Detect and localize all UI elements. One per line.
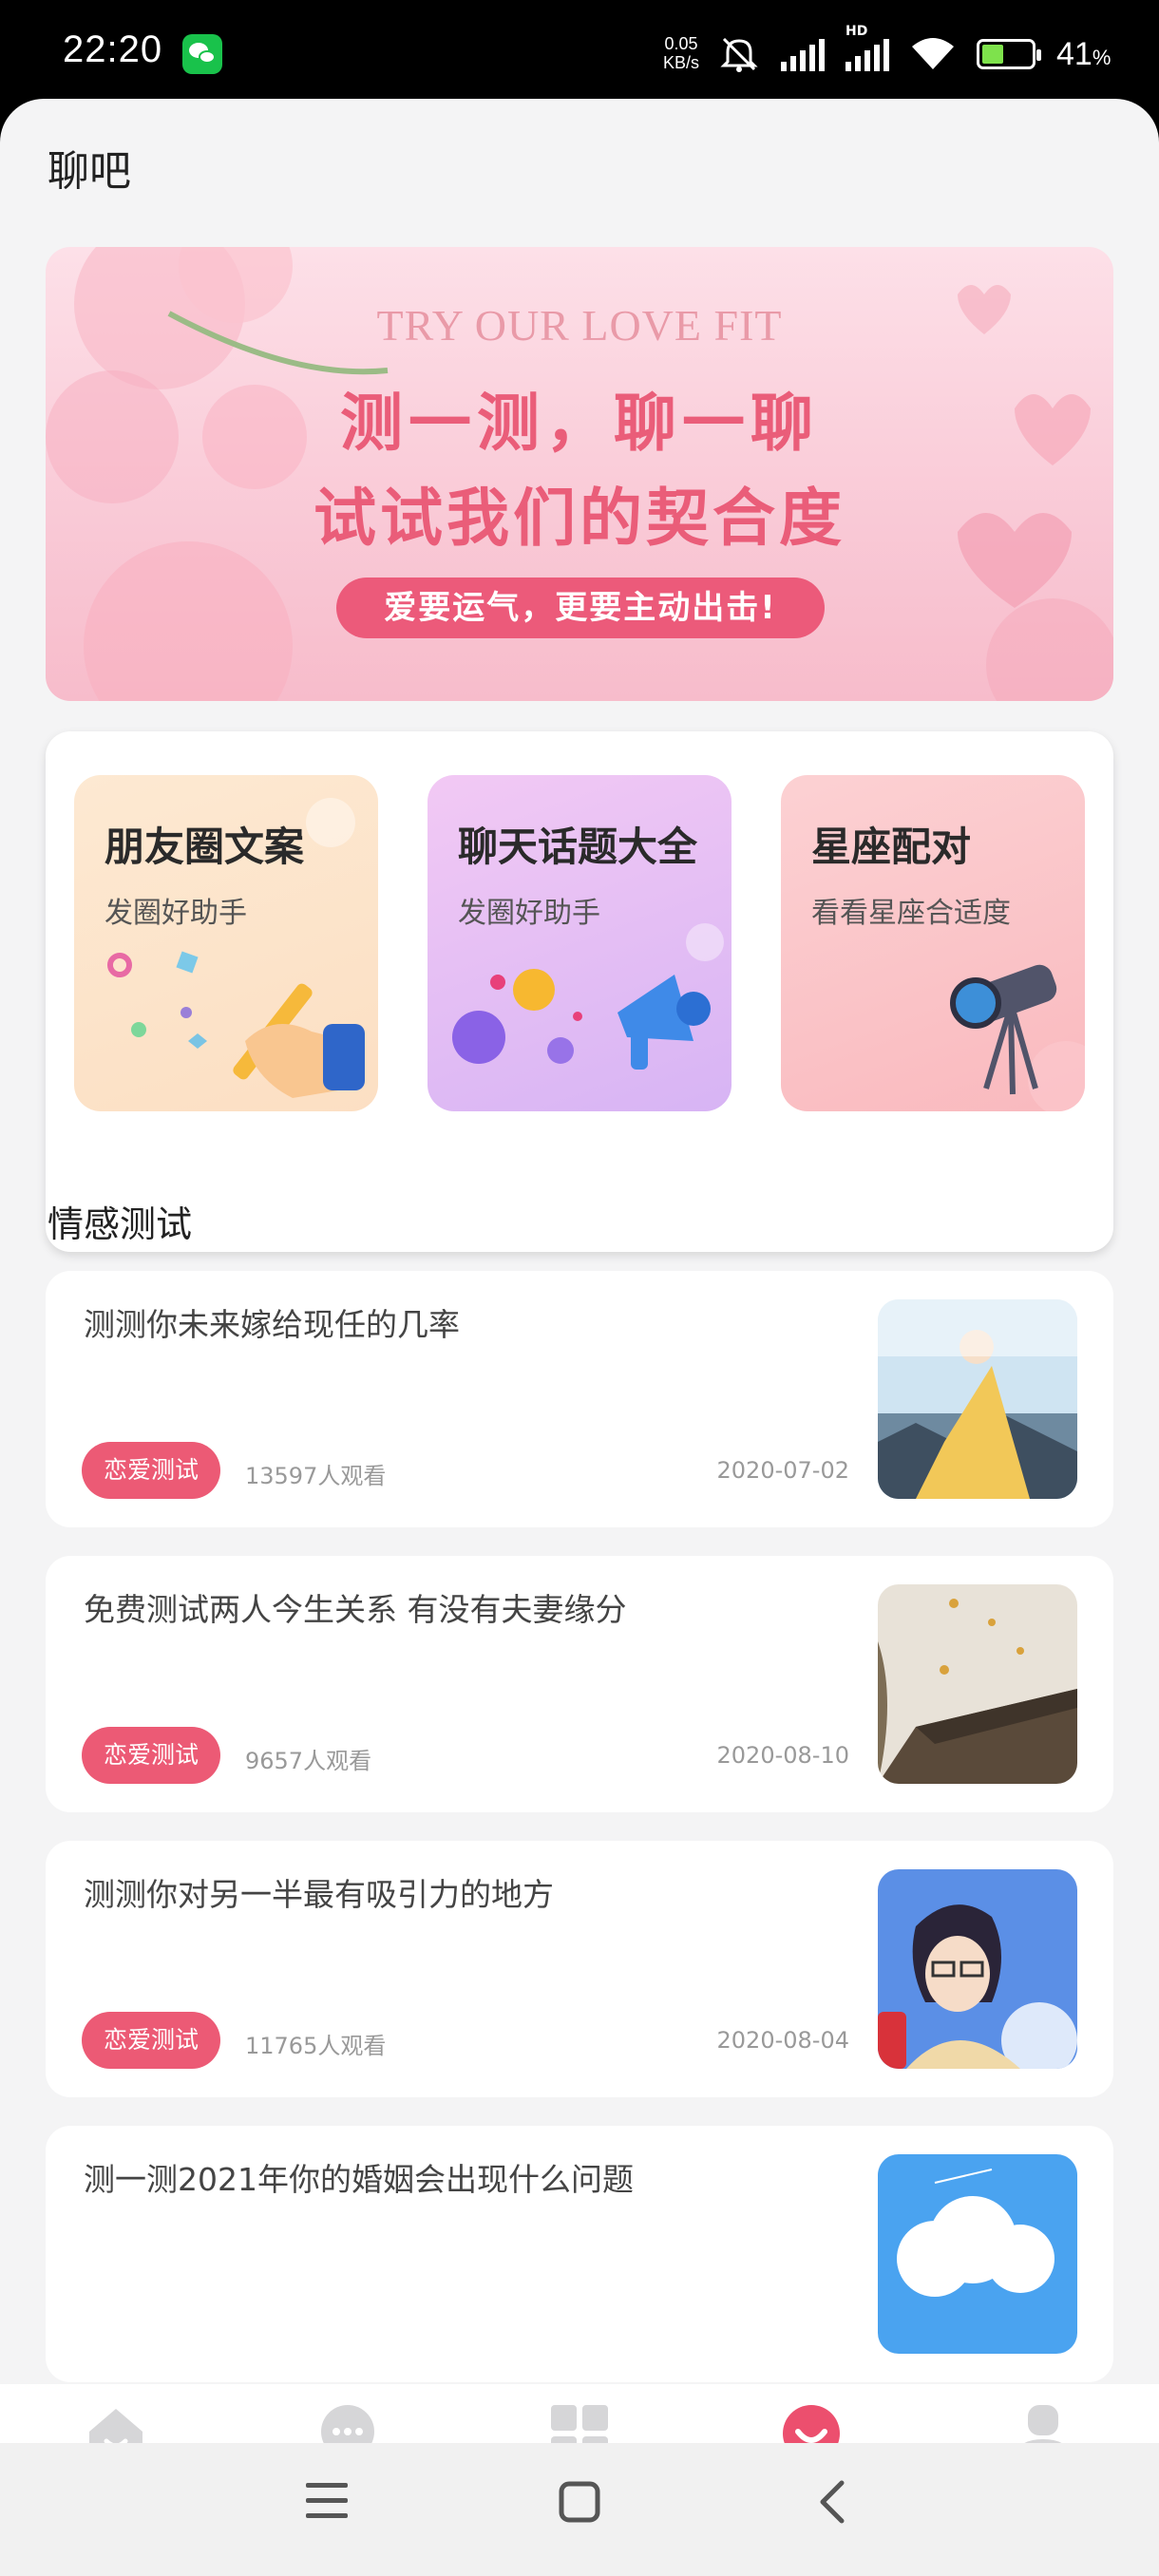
item-thumbnail: [878, 2154, 1077, 2354]
status-bar: 22:20 0.05 KB/s HD 41%: [0, 0, 1159, 104]
mute-icon: [718, 35, 760, 73]
system-navigation-bar: [0, 2443, 1159, 2576]
status-icons: HD 41%: [718, 24, 1112, 76]
signal-icon: [781, 37, 825, 71]
status-time: 22:20: [63, 28, 163, 70]
item-tag: 恋爱测试: [82, 2012, 220, 2069]
item-date: 2020-07-02: [716, 1457, 849, 1484]
back-icon: [820, 2480, 845, 2524]
tab-home[interactable]: 首页: [49, 2403, 182, 2443]
banner-headline-1: 测一测，聊一聊: [340, 387, 819, 460]
item-title: 测测你未来嫁给现任的几率: [84, 1306, 460, 1343]
item-thumbnail: [878, 1584, 1077, 1784]
item-views: 11765人观看: [245, 2033, 387, 2059]
item-title: 测一测2021年你的婚姻会出现什么问题: [84, 2161, 634, 2198]
network-speed-unit: KB/s: [663, 53, 700, 72]
hd-label: HD: [846, 24, 868, 39]
wifi-icon: [910, 37, 956, 71]
item-tag: 恋爱测试: [82, 1442, 220, 1499]
app-screen: 聊吧 TRY OUR LOVE FIT 测一测，聊一聊 试试我们的契合度 爱要运…: [0, 99, 1159, 2443]
battery-percent: 41%: [1056, 35, 1112, 72]
promo-banner[interactable]: TRY OUR LOVE FIT 测一测，聊一聊 试试我们的契合度 爱要运气，更…: [46, 247, 1113, 701]
home-button[interactable]: [559, 2481, 600, 2523]
page-title: 聊吧: [48, 147, 131, 196]
battery-icon: [977, 39, 1041, 69]
chat-icon: [317, 2403, 378, 2443]
grid-icon: [549, 2403, 610, 2443]
list-item[interactable]: 测测你未来嫁给现任的几率 恋爱测试 13597人观看 2020-07-02: [46, 1271, 1113, 1527]
tool-zodiac-match[interactable]: 星座配对 看看星座合适度: [781, 775, 1085, 1111]
list-item[interactable]: 测一测2021年你的婚姻会出现什么问题: [46, 2126, 1113, 2382]
wechat-notification-icon: [182, 34, 222, 74]
banner-headline-2: 试试我们的契合度: [314, 482, 846, 555]
network-speed: 0.05 KB/s: [663, 34, 699, 72]
list-item[interactable]: 测测你对另一半最有吸引力的地方 恋爱测试 11765人观看 2020-08-04: [46, 1841, 1113, 2097]
home-icon: [86, 2403, 146, 2443]
menu-button[interactable]: [306, 2481, 348, 2519]
item-views: 9657人观看: [245, 1748, 372, 1774]
menu-icon: [306, 2483, 348, 2518]
profile-icon: [1013, 2403, 1074, 2443]
telescope-icon: [950, 964, 1085, 1111]
banner-slogan-pill: 爱要运气，更要主动出击!: [336, 578, 825, 638]
item-thumbnail: [878, 1869, 1077, 2069]
tab-scripts[interactable]: 话术: [281, 2403, 414, 2443]
bottom-tab-bar: 首页 话术 分类 聊吧 我的: [0, 2384, 1159, 2443]
pencil-hand-icon: [107, 798, 365, 1098]
item-title: 免费测试两人今生关系 有没有夫妻缘分: [84, 1591, 627, 1628]
banner-english-title: TRY OUR LOVE FIT: [376, 301, 783, 350]
tab-profile[interactable]: 我的: [977, 2403, 1110, 2443]
item-thumbnail: [878, 1299, 1077, 1499]
megaphone-icon: [452, 923, 724, 1070]
item-tag: 恋爱测试: [82, 1727, 220, 1784]
home-square-icon: [559, 2481, 600, 2523]
tab-chatbar[interactable]: 聊吧: [745, 2403, 878, 2443]
list-item[interactable]: 免费测试两人今生关系 有没有夫妻缘分 恋爱测试 9657人观看 2020-08-…: [46, 1556, 1113, 1812]
back-button[interactable]: [817, 2479, 846, 2525]
tool-chat-topics[interactable]: 聊天话题大全 发圈好助手: [428, 775, 732, 1111]
item-date: 2020-08-10: [716, 1742, 849, 1769]
item-views: 13597人观看: [245, 1463, 387, 1489]
tab-categories[interactable]: 分类: [513, 2403, 646, 2443]
signal-hd-icon: HD: [846, 24, 889, 71]
tools-card: 朋友圈文案 发圈好助手 聊天话题大全 发圈好助手 星座配对 看看星座合适度: [46, 731, 1113, 1252]
section-title: 情感测试: [48, 1203, 193, 1245]
item-title: 测测你对另一半最有吸引力的地方: [84, 1876, 554, 1913]
item-date: 2020-08-04: [716, 2027, 849, 2054]
network-speed-value: 0.05: [664, 34, 698, 53]
chatbar-icon: [781, 2403, 842, 2443]
tool-moments-copy[interactable]: 朋友圈文案 发圈好助手: [74, 775, 378, 1111]
